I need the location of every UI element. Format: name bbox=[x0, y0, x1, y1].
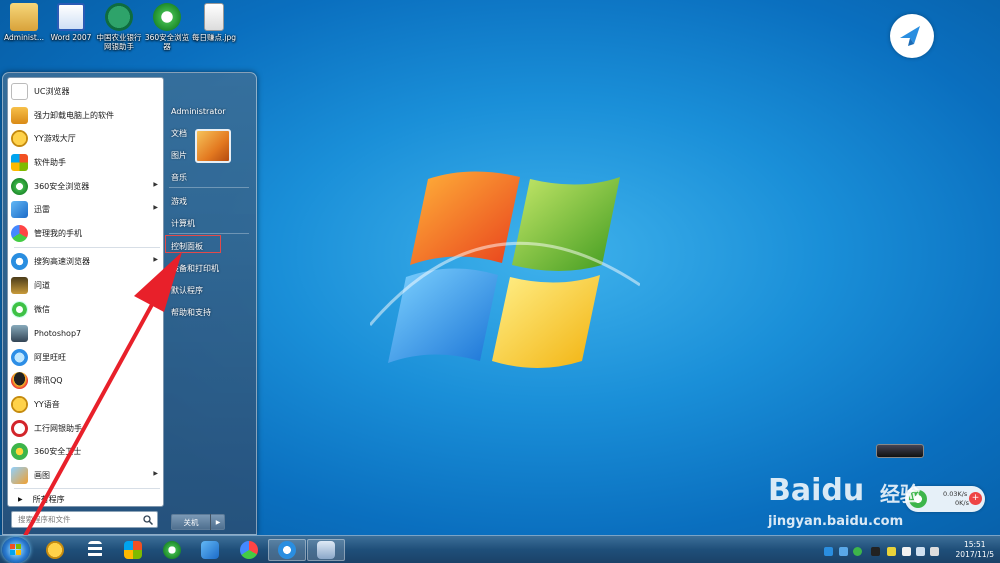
desktop-gadget[interactable] bbox=[876, 444, 924, 458]
taskbar: 15:51 2017/11/5 bbox=[0, 535, 1000, 563]
taskbar-360-browser[interactable] bbox=[153, 539, 191, 561]
taskbar-clock[interactable]: 15:51 2017/11/5 bbox=[956, 540, 994, 560]
thunder-icon bbox=[201, 541, 219, 559]
net-speed-down: 0K/s bbox=[955, 499, 969, 507]
tray-shield-icon[interactable] bbox=[887, 547, 896, 556]
clock-time: 15:51 bbox=[963, 540, 986, 549]
tray-bird-icon[interactable] bbox=[839, 547, 848, 556]
list-icon bbox=[88, 541, 102, 559]
net-speed-up: 0.03K/s bbox=[943, 490, 968, 498]
phone-manager-icon bbox=[240, 541, 258, 559]
360-browser-icon bbox=[163, 541, 181, 559]
watermark-url: jingyan.baidu.com bbox=[768, 514, 904, 529]
taskbar-task-manager[interactable] bbox=[76, 539, 114, 561]
yy-game-icon bbox=[46, 541, 64, 559]
start-button[interactable] bbox=[2, 537, 30, 563]
taskbar-thunder[interactable] bbox=[191, 539, 229, 561]
taskbar-remote-desktop[interactable] bbox=[307, 539, 345, 561]
tray-volume-icon[interactable] bbox=[930, 547, 939, 556]
plus-icon: + bbox=[969, 492, 982, 505]
clock-date: 2017/11/5 bbox=[955, 550, 994, 559]
taskbar-phone-manager[interactable] bbox=[230, 539, 268, 561]
taskbar-yy-game[interactable] bbox=[36, 539, 74, 561]
tray-360-icon[interactable] bbox=[853, 547, 862, 556]
tray-flag-icon[interactable] bbox=[902, 547, 911, 556]
watermark-brand: Baidu bbox=[768, 473, 865, 508]
windows-start-icon bbox=[10, 544, 21, 555]
taskbar-software-helper[interactable] bbox=[114, 539, 152, 561]
sogou-browser-icon bbox=[278, 541, 296, 559]
tray-user-icon[interactable] bbox=[871, 547, 880, 556]
remote-desktop-icon bbox=[317, 541, 335, 559]
watermark-sub: 经验 bbox=[880, 482, 920, 506]
tray-network-icon[interactable] bbox=[916, 547, 925, 556]
tray-thunder-icon[interactable] bbox=[824, 547, 833, 556]
taskbar-sogou[interactable] bbox=[268, 539, 306, 561]
software-helper-icon bbox=[124, 541, 142, 559]
